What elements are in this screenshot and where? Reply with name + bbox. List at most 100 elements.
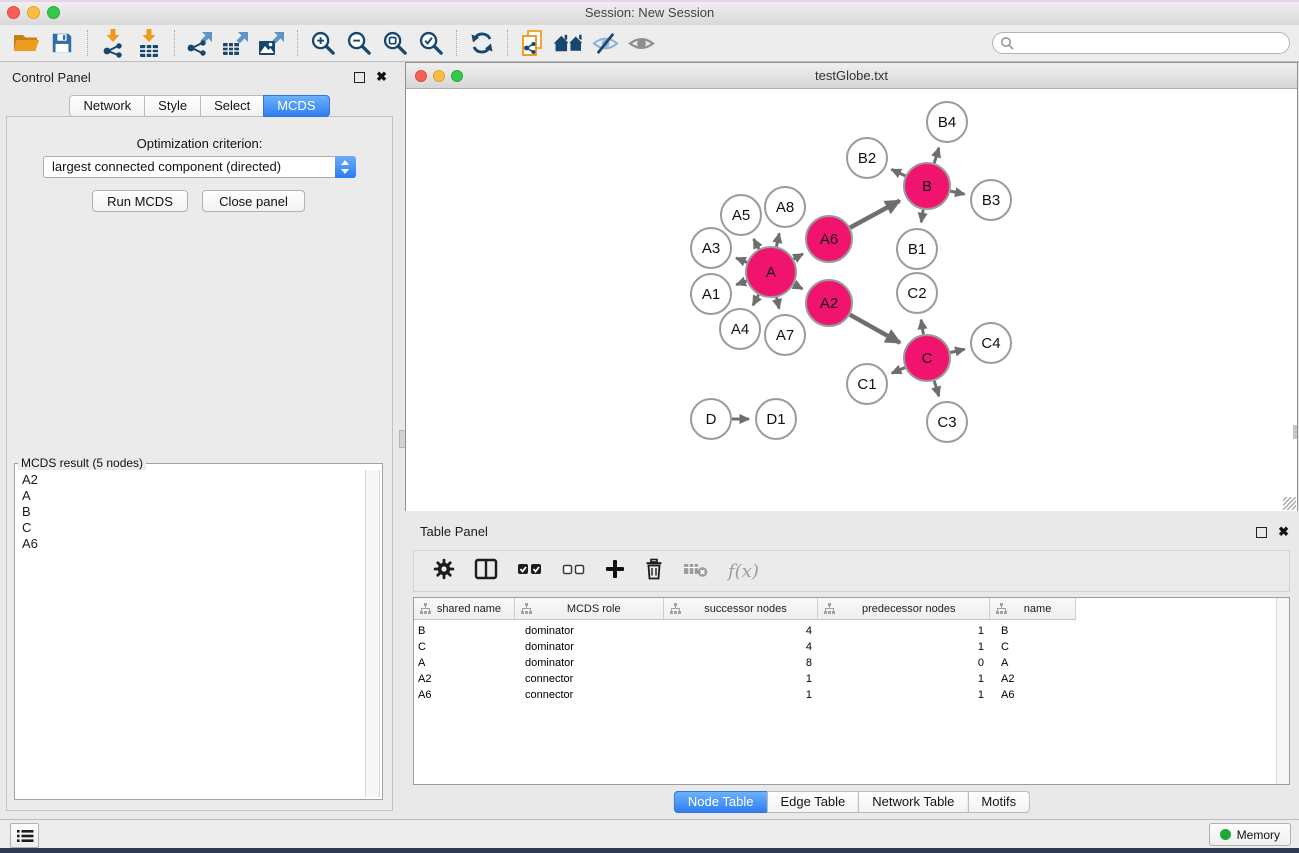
zoom-window-button[interactable]: [47, 6, 60, 19]
graph-node-C3[interactable]: C3: [927, 402, 967, 442]
graph-node-A2[interactable]: A2: [806, 280, 852, 326]
graph-node-B2[interactable]: B2: [847, 138, 887, 178]
graph-edge-B-B3[interactable]: [950, 191, 964, 194]
network-zoom-button[interactable]: [451, 70, 463, 82]
graph-edge-C-C1[interactable]: [892, 368, 905, 374]
graph-edge-A-A1[interactable]: [736, 281, 746, 285]
graph-node-B1[interactable]: B1: [897, 229, 937, 269]
hide-graphics-details-button[interactable]: [587, 27, 623, 59]
home-view-button[interactable]: [551, 27, 587, 59]
cell-shared-name[interactable]: A: [414, 657, 515, 669]
graph-edge-C-C3[interactable]: [934, 381, 939, 396]
save-session-button[interactable]: [44, 27, 80, 59]
zoom-selected-button[interactable]: [413, 27, 449, 59]
cell-name[interactable]: C: [991, 641, 1076, 653]
cell-predecessor-nodes[interactable]: 0: [819, 657, 991, 669]
column-header-name[interactable]: name: [990, 598, 1075, 619]
cell-mcds-role[interactable]: dominator: [515, 641, 664, 653]
import-network-button[interactable]: [95, 27, 131, 59]
tab-network-table[interactable]: Network Table: [858, 791, 968, 813]
graph-node-A4[interactable]: A4: [720, 309, 760, 349]
graph-node-A5[interactable]: A5: [721, 195, 761, 235]
export-network-button[interactable]: [182, 27, 218, 59]
graph-node-C[interactable]: C: [904, 335, 950, 381]
graph-edge-C-C2[interactable]: [921, 320, 923, 335]
graph-node-C4[interactable]: C4: [971, 323, 1011, 363]
graph-node-B3[interactable]: B3: [971, 180, 1011, 220]
graph-edge-B-B4[interactable]: [934, 148, 939, 163]
cell-mcds-role[interactable]: dominator: [515, 625, 664, 637]
show-panels-button[interactable]: [10, 823, 39, 848]
mcds-result-item[interactable]: C: [15, 520, 366, 536]
cell-shared-name[interactable]: C: [414, 641, 515, 653]
network-close-button[interactable]: [415, 70, 427, 82]
optimization-criterion-select[interactable]: largest connected component (directed): [43, 156, 356, 178]
cell-shared-name[interactable]: A2: [414, 673, 515, 685]
cell-mcds-role[interactable]: connector: [515, 673, 664, 685]
open-session-button[interactable]: [8, 27, 44, 59]
network-scroll-thumb[interactable]: [1293, 425, 1297, 439]
graph-node-A7[interactable]: A7: [765, 315, 805, 355]
column-header-mcds-role[interactable]: MCDS role: [515, 598, 664, 619]
function-builder-button[interactable]: f(x): [728, 561, 759, 582]
graph-edge-A-A3[interactable]: [736, 258, 747, 262]
column-header-shared-name[interactable]: shared name: [414, 598, 515, 619]
zoom-in-button[interactable]: [305, 27, 341, 59]
zoom-fit-button[interactable]: [377, 27, 413, 59]
cell-predecessor-nodes[interactable]: 1: [819, 689, 991, 701]
cell-successor-nodes[interactable]: 1: [664, 673, 819, 685]
graph-edge-B-B1[interactable]: [921, 210, 923, 223]
select-all-columns-button[interactable]: [517, 560, 543, 583]
graph-edge-A-A2[interactable]: [794, 284, 803, 289]
table-row-a[interactable]: Adominator80A: [414, 655, 1289, 671]
tab-network[interactable]: Network: [69, 95, 145, 117]
graph-node-A[interactable]: A: [746, 247, 796, 297]
run-mcds-button[interactable]: Run MCDS: [92, 190, 188, 212]
memory-button[interactable]: Memory: [1209, 823, 1291, 846]
cell-predecessor-nodes[interactable]: 1: [819, 625, 991, 637]
graph-edge-A2-C[interactable]: [850, 315, 900, 343]
graph-node-B[interactable]: B: [904, 163, 950, 209]
zoom-out-button[interactable]: [341, 27, 377, 59]
graph-edge-A-A7[interactable]: [777, 297, 780, 308]
cell-successor-nodes[interactable]: 4: [664, 625, 819, 637]
tab-node-table[interactable]: Node Table: [674, 791, 768, 813]
float-table-panel-icon[interactable]: [1256, 527, 1267, 538]
cell-successor-nodes[interactable]: 8: [664, 657, 819, 669]
float-panel-icon[interactable]: [354, 72, 365, 83]
export-image-button[interactable]: [254, 27, 290, 59]
graph-node-C2[interactable]: C2: [897, 273, 937, 313]
cell-name[interactable]: A2: [991, 673, 1076, 685]
tab-edge-table[interactable]: Edge Table: [766, 791, 859, 813]
graph-node-D[interactable]: D: [691, 399, 731, 439]
cell-successor-nodes[interactable]: 4: [664, 641, 819, 653]
graph-node-A6[interactable]: A6: [806, 216, 852, 262]
close-panel-button[interactable]: Close panel: [202, 190, 305, 212]
table-scrollbar[interactable]: [1276, 598, 1289, 784]
table-settings-button[interactable]: [433, 558, 455, 585]
graph-edge-A-A6[interactable]: [794, 254, 803, 259]
cell-predecessor-nodes[interactable]: 1: [819, 673, 991, 685]
export-table-button[interactable]: [218, 27, 254, 59]
cell-predecessor-nodes[interactable]: 1: [819, 641, 991, 653]
cell-name[interactable]: A: [991, 657, 1076, 669]
graph-node-A1[interactable]: A1: [691, 274, 731, 314]
table-row-a2[interactable]: A2connector11A2: [414, 671, 1289, 687]
graph-edge-A-A8[interactable]: [777, 233, 780, 246]
tab-motifs[interactable]: Motifs: [967, 791, 1030, 813]
close-window-button[interactable]: [7, 6, 20, 19]
graph-edge-A-A4[interactable]: [753, 295, 759, 306]
graph-node-A8[interactable]: A8: [765, 187, 805, 227]
import-table-button[interactable]: [131, 27, 167, 59]
apply-layout-button[interactable]: [464, 27, 500, 59]
add-column-button[interactable]: [605, 559, 625, 584]
graph-node-D1[interactable]: D1: [756, 399, 796, 439]
table-row-b[interactable]: Bdominator41B: [414, 623, 1289, 639]
graph-edge-A-A5[interactable]: [754, 239, 759, 249]
mcds-result-item[interactable]: A2: [15, 472, 366, 488]
tab-style[interactable]: Style: [144, 95, 201, 117]
cell-shared-name[interactable]: A6: [414, 689, 515, 701]
new-network-from-file-button[interactable]: [515, 27, 551, 59]
column-header-successor-nodes[interactable]: successor nodes: [664, 598, 819, 619]
deselect-all-columns-button[interactable]: [562, 561, 586, 582]
